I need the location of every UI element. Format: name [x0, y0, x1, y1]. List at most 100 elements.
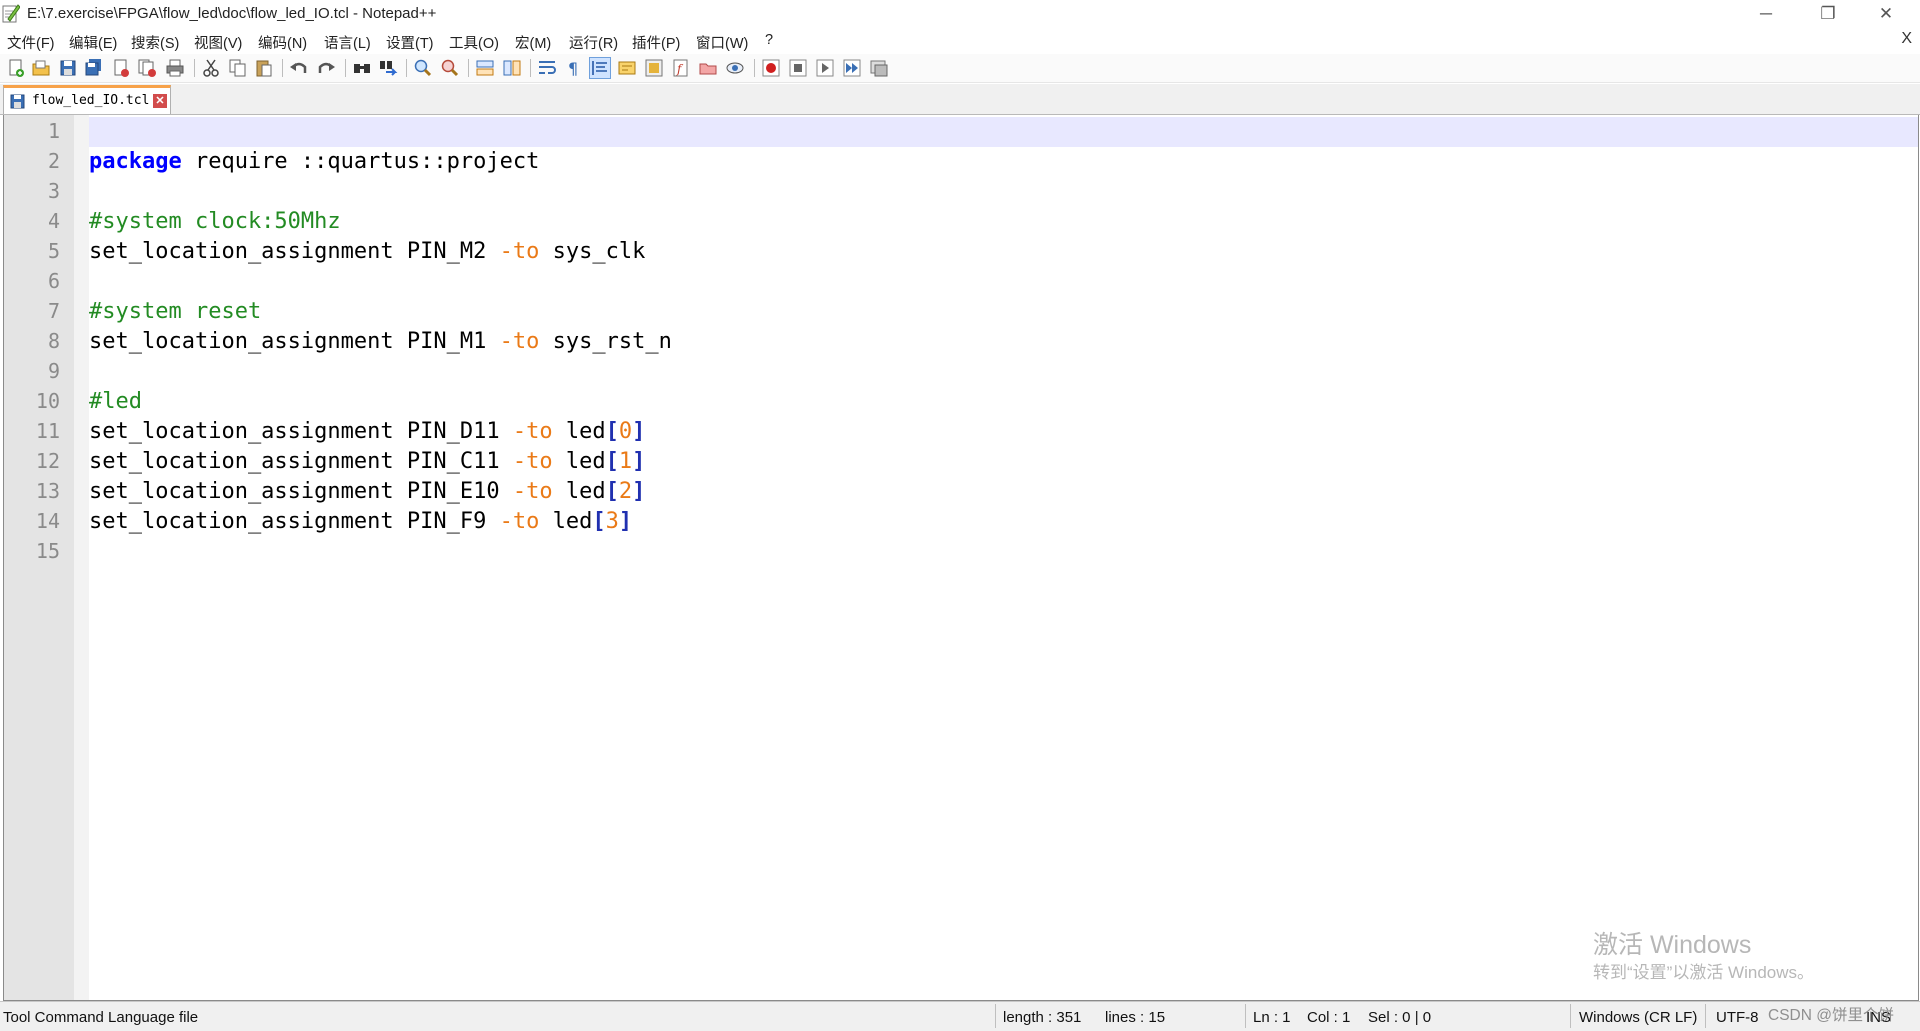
zoom-in-icon[interactable] — [413, 58, 433, 78]
close-all-icon[interactable] — [137, 58, 157, 78]
code-token: [ — [592, 509, 606, 534]
close-icon[interactable] — [111, 58, 131, 78]
code-token: #system reset — [89, 299, 262, 324]
menu-edit[interactable]: 编辑(E) — [69, 32, 117, 53]
replace-icon[interactable] — [378, 58, 398, 78]
code-token: -to — [512, 419, 553, 444]
folder-workspace-icon[interactable]: f — [671, 58, 691, 78]
new-file-icon[interactable] — [6, 58, 26, 78]
code-line[interactable]: package require ::quartus::project — [89, 147, 539, 177]
toolbar-separator — [345, 59, 346, 77]
line-number: 6 — [47, 269, 60, 293]
save-all-icon[interactable] — [84, 58, 104, 78]
code-token: led — [552, 419, 606, 444]
menu-encoding[interactable]: 编码(N) — [258, 32, 307, 53]
code-line[interactable]: set_location_assignment PIN_M2 -to sys_c… — [89, 237, 645, 267]
indent-guide-icon[interactable] — [589, 57, 611, 79]
code-token: led — [552, 449, 606, 474]
menu-window[interactable]: 窗口(W) — [696, 32, 748, 53]
title-bar: E:\7.exercise\FPGA\flow_led\doc\flow_led… — [0, 0, 1920, 28]
sync-horizontal-icon[interactable] — [502, 58, 522, 78]
find-icon[interactable] — [352, 58, 372, 78]
menu-language[interactable]: 语言(L) — [324, 32, 371, 53]
menu-plugins[interactable]: 插件(P) — [632, 32, 680, 53]
code-line[interactable]: set_location_assignment PIN_F9 -to led[3… — [89, 507, 632, 537]
code-line[interactable]: #system reset — [89, 297, 261, 327]
open-file-icon[interactable] — [31, 58, 51, 78]
status-col: Col : 1 — [1307, 1009, 1351, 1026]
activation-watermark-title: 激活 Windows — [1593, 931, 1752, 959]
document-list-icon[interactable] — [698, 58, 718, 78]
undo-icon[interactable] — [289, 58, 309, 78]
code-line[interactable]: #led — [89, 387, 142, 417]
restore-button[interactable]: ❐ — [1800, 0, 1856, 28]
line-number: 7 — [47, 299, 60, 323]
code-token: sys_clk — [539, 239, 646, 264]
code-token: ] — [632, 449, 646, 474]
code-area[interactable]: package require ::quartus::project#syste… — [89, 115, 1918, 1000]
line-number: 9 — [47, 359, 60, 383]
toolbar-separator — [468, 59, 469, 77]
print-icon[interactable] — [165, 58, 185, 78]
code-token: 2 — [618, 479, 633, 504]
status-eol[interactable]: Windows (CR LF) — [1579, 1009, 1697, 1026]
code-token: [ — [605, 479, 619, 504]
cut-icon[interactable] — [201, 58, 221, 78]
status-separator — [1705, 1004, 1706, 1028]
code-line[interactable]: set_location_assignment PIN_M1 -to sys_r… — [89, 327, 672, 357]
sync-vertical-icon[interactable] — [475, 58, 495, 78]
minimize-button[interactable]: ─ — [1738, 0, 1794, 28]
menu-run[interactable]: 运行(R) — [569, 32, 618, 53]
function-list-icon[interactable] — [644, 58, 664, 78]
close-document-button[interactable]: X — [1901, 30, 1912, 48]
word-wrap-icon[interactable] — [537, 58, 557, 78]
menu-help[interactable]: ? — [765, 32, 773, 48]
save-icon[interactable] — [58, 58, 78, 78]
csdn-watermark: CSDN @饼里个饼 — [1768, 1007, 1894, 1024]
code-line[interactable]: set_location_assignment PIN_E10 -to led[… — [89, 477, 645, 507]
code-token: led — [539, 509, 593, 534]
code-token: 0 — [618, 419, 633, 444]
toolbar-separator — [282, 59, 283, 77]
run-macro-multiple-icon[interactable] — [842, 58, 862, 78]
menu-tools[interactable]: 工具(O) — [449, 32, 499, 53]
zoom-out-icon[interactable] — [440, 58, 460, 78]
menu-settings[interactable]: 设置(T) — [386, 32, 434, 53]
line-number: 1 — [47, 119, 60, 143]
menu-search[interactable]: 搜索(S) — [131, 32, 179, 53]
monitoring-icon[interactable] — [725, 58, 745, 78]
code-line[interactable]: set_location_assignment PIN_D11 -to led[… — [89, 417, 645, 447]
play-macro-icon[interactable] — [815, 58, 835, 78]
status-encoding[interactable]: UTF-8 — [1716, 1009, 1759, 1026]
editor[interactable]: 1 2 3 4 5 6 7 8 9 10 11 12 13 14 15 package require ::… — [3, 115, 1919, 1001]
menu-file[interactable]: 文件(F) — [7, 32, 55, 53]
copy-icon[interactable] — [228, 58, 248, 78]
notepad-plus-plus-icon — [2, 4, 20, 23]
code-token: 3 — [605, 509, 619, 534]
menu-macro[interactable]: 宏(M) — [515, 32, 551, 53]
close-window-button[interactable]: ✕ — [1858, 0, 1914, 28]
line-number: 3 — [47, 179, 60, 203]
code-token: #led — [89, 389, 142, 414]
current-line[interactable] — [89, 117, 1918, 147]
line-number: 13 — [35, 479, 60, 503]
save-macro-icon[interactable] — [869, 58, 889, 78]
code-line[interactable]: set_location_assignment PIN_C11 -to led[… — [89, 447, 645, 477]
tab-flow-led-io[interactable]: flow_led_IO.tcl ✕ — [3, 85, 171, 114]
code-token: require ::quartus::project — [181, 149, 540, 174]
fold-margin[interactable] — [74, 115, 89, 1000]
doc-map-icon[interactable] — [617, 58, 637, 78]
menu-view[interactable]: 视图(V) — [194, 32, 242, 53]
paste-icon[interactable] — [254, 58, 274, 78]
record-macro-icon[interactable] — [761, 58, 781, 78]
stop-macro-icon[interactable] — [788, 58, 808, 78]
code-token: ] — [632, 479, 646, 504]
close-tab-icon[interactable]: ✕ — [153, 94, 167, 108]
minimize-icon: ─ — [1759, 4, 1773, 23]
status-length: length : 351 — [1003, 1009, 1082, 1026]
menu-bar: 文件(F) 编辑(E) 搜索(S) 视图(V) 编码(N) 语言(L) 设置(T… — [0, 30, 1920, 52]
code-line[interactable]: #system clock:50Mhz — [89, 207, 341, 237]
show-all-chars-icon[interactable]: ¶ — [564, 58, 584, 78]
redo-icon[interactable] — [316, 58, 336, 78]
svg-text:¶: ¶ — [568, 59, 578, 78]
